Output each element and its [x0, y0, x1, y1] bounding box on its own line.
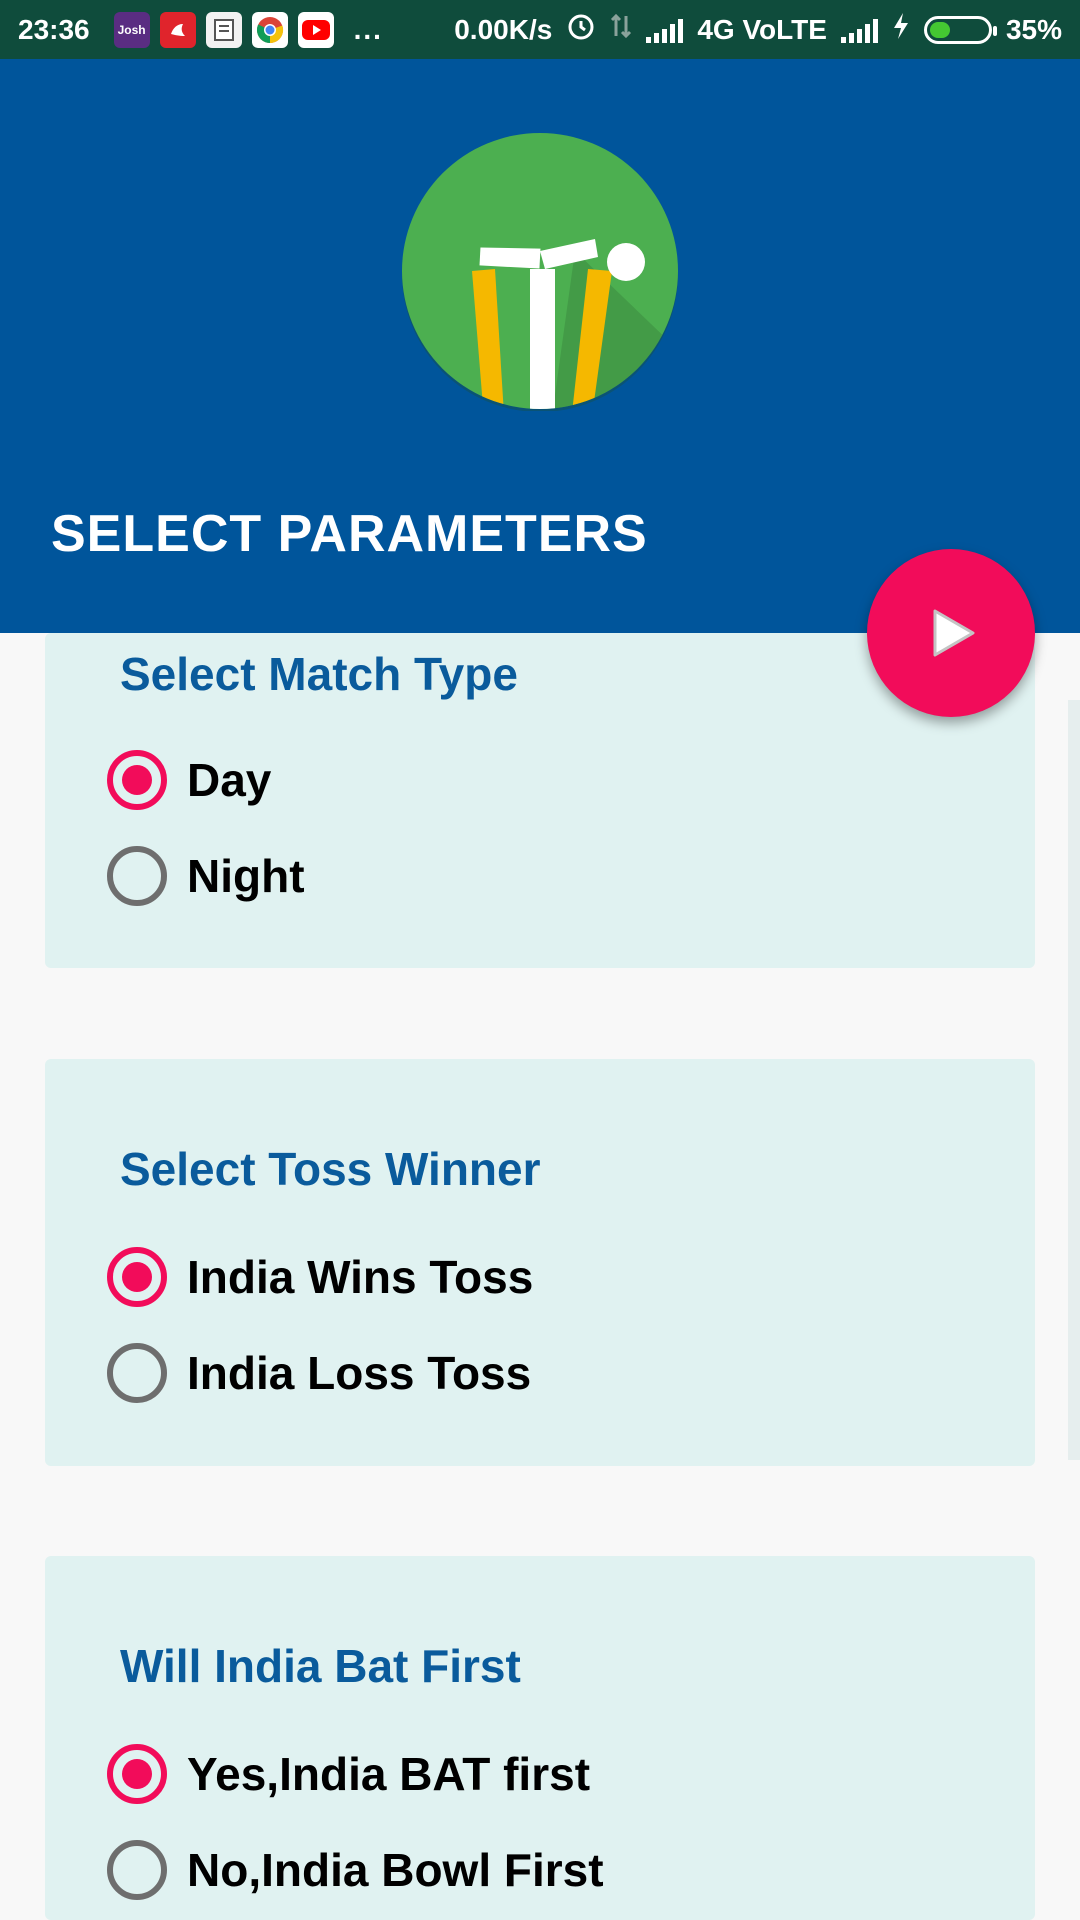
- notes-app-icon: [205, 11, 242, 48]
- radio-button[interactable]: [107, 1343, 167, 1403]
- fitness-app-icon: [159, 11, 196, 48]
- youtube-icon: [297, 11, 334, 48]
- status-overflow: ...: [353, 13, 383, 45]
- play-icon: [933, 609, 975, 657]
- option-label: Night: [187, 850, 305, 902]
- radio-option-no-bowl-first[interactable]: No,India Bowl First: [107, 1840, 604, 1900]
- battery-percent: 35%: [1005, 13, 1062, 45]
- radio-option-yes-bat-first[interactable]: Yes,India BAT first: [107, 1744, 590, 1804]
- section-title-bat-first: Will India Bat First: [120, 1640, 521, 1692]
- status-left: 23:36 Josh ...: [18, 11, 383, 48]
- option-label: Yes,India BAT first: [187, 1748, 591, 1800]
- status-right: 0.00K/s 4G VoLTE 35%: [454, 11, 1062, 48]
- radio-button[interactable]: [107, 1840, 167, 1900]
- scroll-indicator: [1068, 700, 1080, 1460]
- signal-strength-2-icon: [840, 17, 878, 43]
- option-label: India Loss Toss: [187, 1347, 532, 1399]
- charging-icon: [892, 12, 910, 47]
- battery-icon: [923, 15, 997, 44]
- radio-option-night[interactable]: Night: [107, 846, 305, 906]
- radio-button[interactable]: [107, 1744, 167, 1804]
- cricket-logo-icon: [402, 133, 678, 411]
- status-time: 23:36: [18, 13, 90, 45]
- radio-dot: [122, 1262, 152, 1292]
- page-title: SELECT PARAMETERS: [51, 505, 648, 563]
- toss-winner-card: Select Toss Winner India Wins Toss India…: [45, 1059, 1035, 1466]
- option-label: India Wins Toss: [187, 1251, 534, 1303]
- josh-app-label: Josh: [117, 22, 146, 37]
- network-speed: 0.00K/s: [454, 13, 553, 45]
- section-title-match-type: Select Match Type: [120, 648, 518, 700]
- signal-strength-icon: [646, 17, 684, 43]
- play-button[interactable]: [867, 549, 1035, 717]
- chrome-icon: [251, 11, 288, 48]
- radio-button[interactable]: [107, 1247, 167, 1307]
- app-header: SELECT PARAMETERS: [0, 59, 1080, 633]
- radio-option-india-loss-toss[interactable]: India Loss Toss: [107, 1343, 531, 1403]
- status-bar: 23:36 Josh ... 0.00K/s 4G VoLTE 35%: [0, 0, 1080, 59]
- alarm-icon: [566, 11, 596, 48]
- radio-option-india-wins-toss[interactable]: India Wins Toss: [107, 1247, 533, 1307]
- data-transfer-icon: [610, 12, 632, 47]
- battery-level: [929, 21, 950, 38]
- bat-first-card: Will India Bat First Yes,India BAT first…: [45, 1556, 1035, 1920]
- network-type: 4G VoLTE: [697, 13, 827, 45]
- section-title-toss-winner: Select Toss Winner: [120, 1143, 541, 1195]
- radio-dot: [122, 765, 152, 795]
- radio-button[interactable]: [107, 750, 167, 810]
- josh-app-icon: Josh: [113, 11, 150, 48]
- radio-dot: [122, 1759, 152, 1789]
- option-label: Day: [187, 754, 272, 806]
- radio-option-day[interactable]: Day: [107, 750, 271, 810]
- option-label: No,India Bowl First: [187, 1844, 604, 1896]
- radio-button[interactable]: [107, 846, 167, 906]
